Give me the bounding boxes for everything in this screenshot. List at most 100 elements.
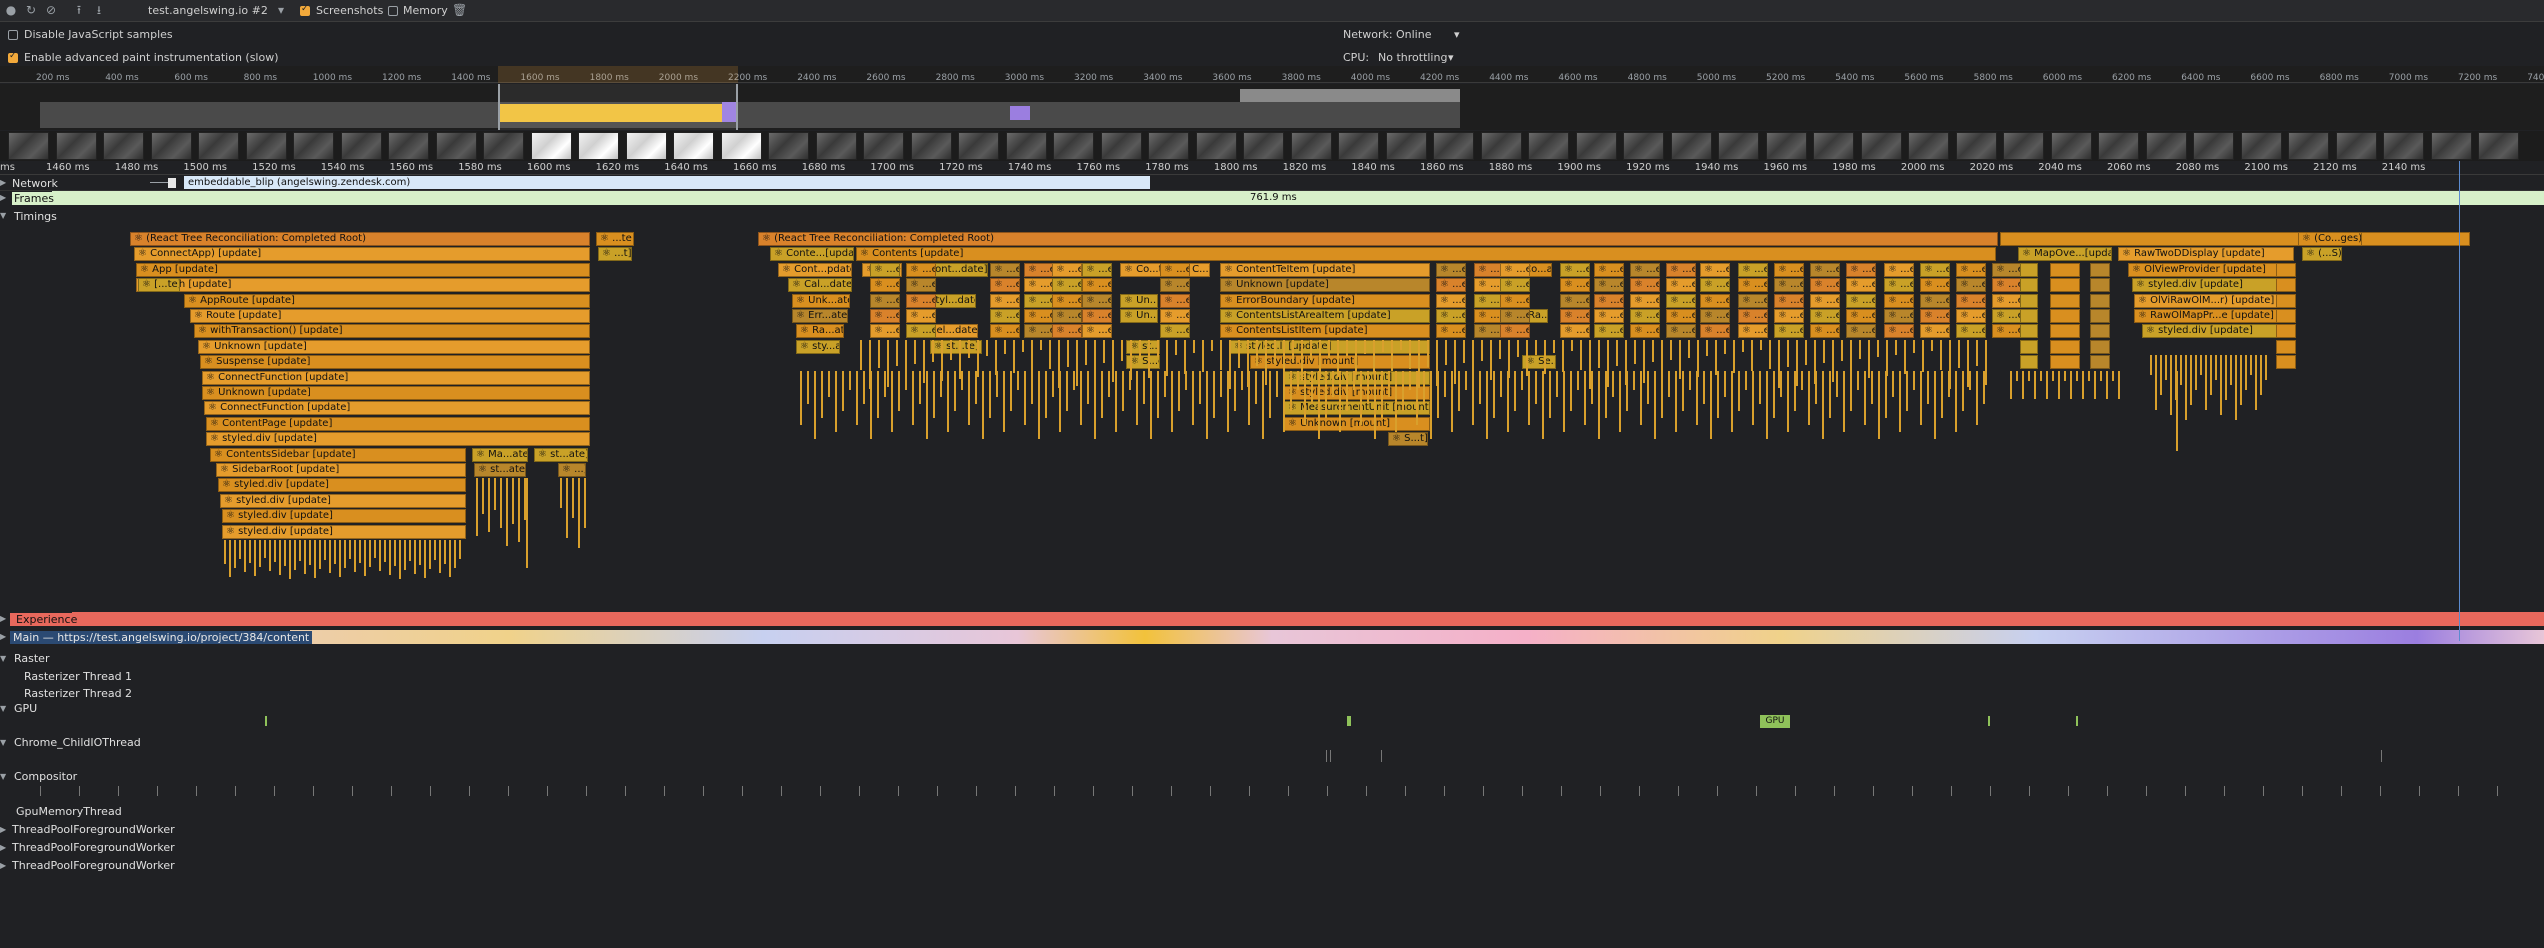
flame-spike[interactable] bbox=[1139, 339, 1141, 359]
flame-entry[interactable]: ⚛ ...e] bbox=[1630, 262, 1660, 277]
flame-spike[interactable] bbox=[2064, 370, 2066, 381]
flame-entry[interactable] bbox=[2276, 293, 2296, 308]
flame-entry[interactable] bbox=[2050, 309, 2080, 323]
flame-entry[interactable]: ⚛ st...ate] bbox=[474, 463, 526, 477]
flame-spike[interactable] bbox=[1841, 339, 1843, 361]
flame-spike[interactable] bbox=[1184, 339, 1186, 374]
flame-spike[interactable] bbox=[1877, 339, 1879, 357]
flame-entry[interactable]: ⚛ RawOlMapPr...e [update] bbox=[2134, 309, 2294, 323]
flame-spike[interactable] bbox=[506, 478, 508, 547]
flame-spike[interactable] bbox=[500, 478, 502, 529]
flame-spike[interactable] bbox=[1211, 339, 1213, 351]
overview-activity[interactable] bbox=[0, 84, 2544, 130]
flame-spike[interactable] bbox=[1297, 370, 1299, 390]
io-event[interactable] bbox=[1381, 750, 1382, 762]
flame-entry[interactable]: ⚛ ...e] bbox=[1560, 309, 1590, 323]
flame-spike[interactable] bbox=[1038, 370, 1040, 439]
flame-spike[interactable] bbox=[1493, 370, 1495, 418]
flame-entry[interactable]: ⚛ ...e] bbox=[1160, 293, 1190, 308]
flame-spike[interactable] bbox=[244, 540, 246, 572]
flame-entry[interactable]: ⚛ ...e] bbox=[1436, 324, 1466, 339]
flame-spike[interactable] bbox=[1202, 339, 1204, 372]
flame-entry[interactable]: ⚛ ...e] bbox=[1666, 293, 1696, 308]
flame-spike[interactable] bbox=[959, 339, 961, 379]
flame-entry[interactable]: ⚛ ...e] bbox=[1500, 278, 1530, 293]
compositor-event[interactable] bbox=[2107, 786, 2108, 796]
compositor-event[interactable] bbox=[1210, 786, 1211, 796]
flame-spike[interactable] bbox=[1868, 339, 1870, 378]
flame-spike[interactable] bbox=[1619, 370, 1621, 432]
flame-entry[interactable]: ⚛ ...e] bbox=[1052, 262, 1082, 277]
flame-spike[interactable] bbox=[1108, 370, 1110, 397]
flame-entry[interactable] bbox=[2276, 278, 2296, 293]
flame-spike[interactable] bbox=[1220, 370, 1222, 397]
flame-spike[interactable] bbox=[1535, 339, 1537, 355]
compositor-event[interactable] bbox=[586, 786, 587, 796]
flame-spike[interactable] bbox=[1274, 339, 1276, 364]
flame-spike[interactable] bbox=[1130, 339, 1132, 380]
compositor-event[interactable] bbox=[1366, 786, 1367, 796]
gpu-event[interactable] bbox=[265, 716, 267, 726]
flame-entry[interactable]: ⚛ ...e] bbox=[870, 278, 900, 293]
flame-spike[interactable] bbox=[2155, 355, 2157, 411]
flame-spike[interactable] bbox=[1724, 370, 1726, 397]
experience-track[interactable]: ▶ Experience bbox=[0, 612, 2544, 626]
flame-entry[interactable]: ⚛ ...e] bbox=[1846, 324, 1876, 339]
screenshot-thumbnail[interactable] bbox=[1433, 132, 1474, 160]
flame-spike[interactable] bbox=[1409, 339, 1411, 369]
flame-entry[interactable]: ⚛ ...e] bbox=[1024, 293, 1054, 308]
screenshot-thumbnail[interactable] bbox=[1860, 132, 1902, 160]
flame-spike[interactable] bbox=[1388, 370, 1390, 397]
flame-entry[interactable]: ⚛ ...e] bbox=[1082, 293, 1112, 308]
flame-spike[interactable] bbox=[1472, 339, 1474, 382]
flame-spike[interactable] bbox=[1276, 370, 1278, 397]
flame-spike[interactable] bbox=[1542, 370, 1544, 439]
flame-entry[interactable]: ⚛ AppRoute [update] bbox=[184, 293, 590, 308]
flame-spike[interactable] bbox=[1451, 370, 1453, 432]
flame-spike[interactable] bbox=[954, 370, 956, 411]
flame-entry[interactable]: ⚛ OlViewProvider [update] bbox=[2128, 262, 2294, 277]
compositor-event[interactable] bbox=[391, 786, 392, 796]
screenshot-thumbnail[interactable] bbox=[530, 132, 572, 160]
screenshot-thumbnail[interactable] bbox=[1480, 132, 1522, 160]
flame-spike[interactable] bbox=[968, 339, 970, 358]
flame-entry[interactable]: ⚛ ...e] bbox=[1810, 293, 1840, 308]
flame-spike[interactable] bbox=[1562, 339, 1564, 372]
compositor-event[interactable] bbox=[820, 786, 821, 796]
flame-entry[interactable]: ⚛ ...e] bbox=[1594, 278, 1624, 293]
compositor-event[interactable] bbox=[196, 786, 197, 796]
flame-spike[interactable] bbox=[1332, 370, 1334, 397]
flame-spike[interactable] bbox=[1654, 370, 1656, 439]
flame-entry[interactable]: ⚛ MapOve...[update] bbox=[2018, 247, 2112, 262]
flame-entry[interactable]: ⚛ ...e] bbox=[1700, 293, 1730, 308]
flame-spike[interactable] bbox=[1311, 370, 1313, 404]
collapse-icon[interactable]: ▼ bbox=[0, 772, 8, 782]
screenshot-thumbnail[interactable] bbox=[1670, 132, 1712, 160]
compositor-event[interactable] bbox=[1444, 786, 1445, 796]
compositor-event[interactable] bbox=[2029, 786, 2030, 796]
compositor-event[interactable] bbox=[157, 786, 158, 796]
overview-selection[interactable] bbox=[498, 84, 738, 130]
flame-spike[interactable] bbox=[1364, 339, 1366, 354]
compositor-event[interactable] bbox=[1171, 786, 1172, 796]
flame-spike[interactable] bbox=[1292, 339, 1294, 362]
screenshot-thumbnail[interactable] bbox=[388, 132, 429, 160]
flame-entry[interactable] bbox=[2276, 339, 2296, 354]
screenshot-thumbnail[interactable] bbox=[815, 132, 857, 160]
flame-entry[interactable]: ⚛ ...e] bbox=[1666, 278, 1696, 293]
flame-spike[interactable] bbox=[1715, 339, 1717, 375]
compositor-event[interactable] bbox=[1717, 786, 1718, 796]
flame-spike[interactable] bbox=[424, 540, 426, 578]
flame-spike[interactable] bbox=[941, 339, 943, 381]
flame-spike[interactable] bbox=[1697, 339, 1699, 377]
flame-entry[interactable]: ⚛ ...te bbox=[596, 232, 634, 246]
screenshot-thumbnail[interactable] bbox=[150, 132, 192, 160]
compositor-event[interactable] bbox=[40, 786, 41, 796]
flame-entry[interactable]: ⚛ styled.div [update] bbox=[222, 524, 466, 539]
flame-spike[interactable] bbox=[1373, 339, 1375, 373]
flame-spike[interactable] bbox=[1899, 370, 1901, 432]
flame-spike[interactable] bbox=[1031, 339, 1033, 371]
flame-entry[interactable]: ⚛ ...e] bbox=[906, 262, 936, 277]
flame-spike[interactable] bbox=[1500, 370, 1502, 397]
flame-spike[interactable] bbox=[1668, 370, 1670, 397]
